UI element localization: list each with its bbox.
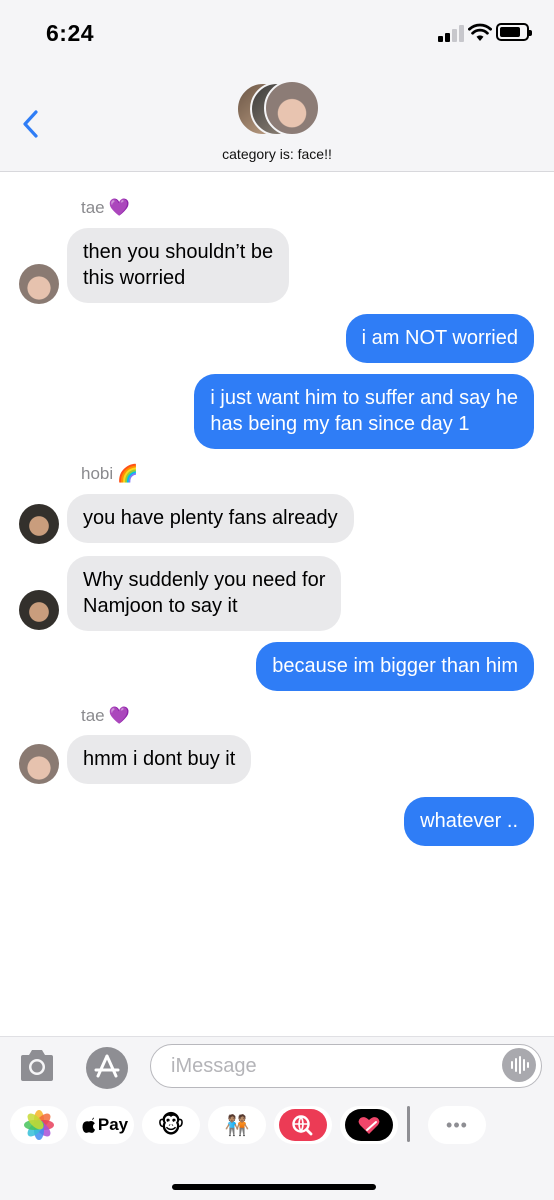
group-avatar-stack[interactable] bbox=[236, 80, 320, 138]
app-store-glyph-icon bbox=[94, 1054, 120, 1078]
outgoing-message-bubble[interactable]: i am NOT worried bbox=[345, 314, 534, 363]
imessage-app-drawer: Pay 🐵 🧑🏽‍🤝‍🧑🏽 ••• bbox=[0, 1096, 554, 1200]
app-drawer-divider bbox=[407, 1106, 410, 1142]
outgoing-message-bubble[interactable]: i just want him to suffer and say he has… bbox=[194, 374, 534, 449]
wifi-icon bbox=[468, 23, 492, 41]
monkey-icon: 🐵 bbox=[157, 1111, 185, 1139]
more-apps-button[interactable]: ••• bbox=[428, 1106, 486, 1144]
images-search-button[interactable] bbox=[274, 1106, 332, 1144]
apple-pay-button[interactable]: Pay bbox=[76, 1106, 134, 1144]
memoji-stickers-button[interactable]: 🧑🏽‍🤝‍🧑🏽 bbox=[208, 1106, 266, 1144]
photos-app-button[interactable] bbox=[10, 1106, 68, 1144]
back-chevron-icon[interactable] bbox=[20, 108, 42, 140]
app-store-icon[interactable] bbox=[86, 1047, 128, 1089]
incoming-message-bubble[interactable]: Why suddenly you need for Namjoon to say… bbox=[67, 556, 342, 631]
conversation-title: category is: face!! bbox=[222, 146, 332, 162]
avatar bbox=[19, 590, 59, 630]
sender-name: tae 💜 bbox=[81, 198, 130, 217]
apple-logo-icon bbox=[82, 1117, 95, 1133]
sender-name: hobi 🌈 bbox=[81, 464, 139, 483]
digital-touch-button[interactable] bbox=[340, 1106, 398, 1144]
avatar bbox=[19, 504, 59, 544]
outgoing-message-bubble[interactable]: whatever .. bbox=[404, 797, 534, 846]
incoming-message-bubble[interactable]: then you shouldn’t be this worried bbox=[67, 228, 290, 303]
animoji-button[interactable]: 🐵 bbox=[142, 1106, 200, 1144]
cellular-signal-icon bbox=[438, 24, 464, 42]
apple-pay-label: Pay bbox=[97, 1115, 129, 1134]
status-time: 6:24 bbox=[46, 20, 95, 46]
heart-touch-icon bbox=[345, 1109, 393, 1141]
home-indicator[interactable] bbox=[172, 1184, 376, 1190]
waveform-icon bbox=[511, 1056, 529, 1074]
avatar bbox=[264, 80, 320, 136]
more-icon: ••• bbox=[446, 1114, 468, 1135]
memoji-icon: 🧑🏽‍🤝‍🧑🏽 bbox=[224, 1114, 250, 1137]
globe-search-icon bbox=[279, 1109, 327, 1141]
camera-icon[interactable] bbox=[18, 1047, 56, 1083]
photos-icon bbox=[24, 1110, 54, 1140]
message-input[interactable]: iMessage bbox=[150, 1044, 542, 1088]
incoming-message-bubble[interactable]: you have plenty fans already bbox=[67, 494, 354, 543]
conversation-header: 6:24 category is: face!! bbox=[0, 0, 554, 172]
compose-bar: iMessage bbox=[0, 1036, 554, 1096]
outgoing-message-bubble[interactable]: because im bigger than him bbox=[256, 642, 534, 691]
avatar bbox=[19, 264, 59, 304]
incoming-message-bubble[interactable]: hmm i dont buy it bbox=[67, 735, 252, 784]
audio-message-icon[interactable] bbox=[502, 1048, 536, 1082]
sender-name: tae 💜 bbox=[81, 706, 130, 725]
avatar bbox=[19, 744, 59, 784]
battery-icon bbox=[496, 23, 532, 41]
